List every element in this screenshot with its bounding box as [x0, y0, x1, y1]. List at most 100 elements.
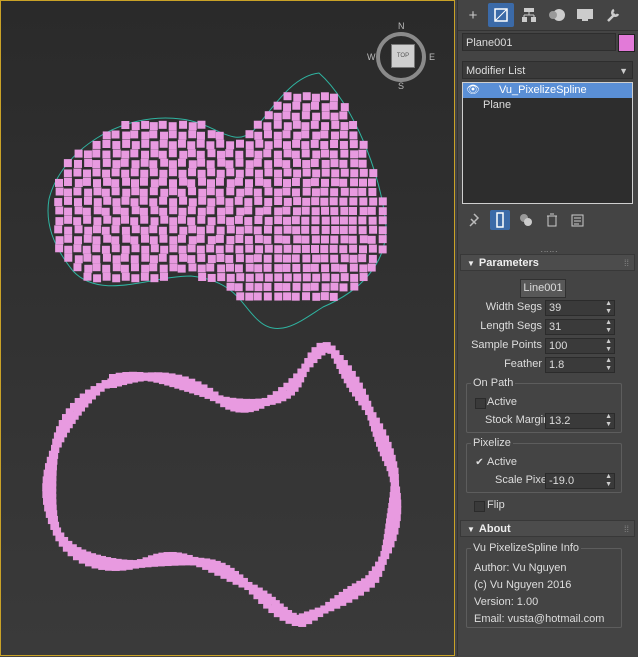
pixel-square — [340, 187, 349, 196]
spinner-arrows-icon[interactable]: ▲ ▼ — [605, 357, 612, 373]
pixel-square — [196, 139, 205, 148]
pixel-square — [101, 226, 110, 235]
pixel-square — [302, 92, 311, 101]
motion-icon[interactable] — [544, 3, 570, 27]
pixel-square — [216, 254, 225, 263]
viewcube-compass[interactable]: TOP N S E W — [367, 21, 435, 91]
show-end-result-icon[interactable] — [490, 210, 510, 230]
rollout-grip-icon: ⁞⁞ — [623, 258, 629, 268]
pixel-square — [331, 273, 340, 282]
about-rollout-header[interactable]: ▼ About ⁞⁞ — [460, 520, 635, 537]
perspective-viewport[interactable]: TOP N S E W — [0, 0, 455, 656]
pixel-square — [74, 179, 83, 188]
pixel-square — [139, 207, 148, 216]
pixel-square — [83, 196, 92, 205]
pixel-square — [92, 263, 101, 272]
pixel-square — [169, 225, 178, 234]
spinner-arrows-icon[interactable]: ▲ ▼ — [605, 300, 612, 316]
configure-modifier-sets-icon[interactable] — [568, 210, 588, 230]
pixel-square — [292, 282, 301, 291]
eye-icon[interactable]: 👁 — [466, 83, 480, 98]
pixel-square — [321, 273, 330, 282]
length-segs-spinner[interactable]: 31 ▲ ▼ — [545, 319, 615, 335]
pixel-square — [64, 196, 73, 205]
pixel-square — [301, 216, 310, 225]
pixel-square — [235, 235, 244, 244]
pixel-square — [274, 254, 283, 263]
pixel-square — [178, 131, 187, 140]
plus-icon[interactable]: + — [460, 3, 486, 27]
pixel-square — [264, 141, 273, 150]
make-unique-icon[interactable] — [516, 210, 536, 230]
on-path-active-checkbox[interactable] — [475, 398, 486, 409]
pixel-square — [245, 179, 254, 188]
display-icon[interactable] — [572, 3, 598, 27]
spinner-arrows-icon[interactable]: ▲ ▼ — [605, 473, 612, 489]
wrench-icon[interactable] — [600, 3, 626, 27]
object-color-swatch[interactable] — [618, 34, 635, 52]
feather-spinner[interactable]: 1.8 ▲ ▼ — [545, 357, 615, 373]
spinner-arrows-icon[interactable]: ▲ ▼ — [605, 338, 612, 354]
pixel-square — [340, 168, 349, 177]
pixelize-active-checkbox[interactable]: ✔ — [475, 458, 484, 468]
modify-icon[interactable] — [488, 3, 514, 27]
pixel-square — [196, 234, 205, 243]
pixel-square — [292, 120, 301, 129]
pin-stack-icon[interactable] — [464, 210, 484, 230]
stock-margin-spinner[interactable]: 13.2 ▲ ▼ — [545, 413, 615, 429]
pixel-square — [378, 235, 387, 244]
pixel-square — [102, 158, 111, 167]
pixel-square — [350, 282, 359, 291]
pixel-square — [130, 217, 139, 226]
stack-item-plane[interactable]: Plane — [463, 98, 632, 113]
pixel-square — [292, 101, 301, 110]
pixel-square — [112, 255, 121, 264]
pixel-square — [312, 112, 321, 121]
spline-pick-button[interactable]: Line001 — [520, 279, 566, 298]
pixel-square — [274, 235, 283, 244]
pixel-square — [120, 264, 129, 273]
pixel-square — [111, 187, 120, 196]
parameters-rollout-header[interactable]: ▼ Parameters ⁞⁞ — [460, 254, 635, 271]
pixel-square — [112, 263, 121, 272]
pixel-square — [73, 187, 82, 196]
pixel-square — [74, 206, 83, 215]
spinner-arrows-icon[interactable]: ▲ ▼ — [605, 319, 612, 335]
width-segs-spinner[interactable]: 39 ▲ ▼ — [545, 300, 615, 316]
hierarchy-icon[interactable] — [516, 3, 542, 27]
spinner-arrows-icon[interactable]: ▲ ▼ — [605, 413, 612, 429]
pixel-square — [63, 188, 72, 197]
pixel-square — [188, 198, 197, 207]
pixel-square — [301, 244, 310, 253]
pixel-square — [339, 226, 348, 235]
pixel-square — [207, 198, 216, 207]
pixel-square — [158, 150, 167, 159]
pixel-square — [302, 197, 311, 206]
pixel-square — [102, 169, 111, 178]
stack-item-vu-pixelizespline[interactable]: 👁 Vu_PixelizeSpline — [463, 83, 632, 98]
flip-checkbox[interactable] — [474, 501, 485, 512]
stack-item-label: Plane — [483, 99, 512, 111]
pixel-square — [234, 215, 243, 224]
viewcube-top[interactable]: TOP — [391, 44, 415, 68]
pixel-square — [283, 122, 292, 131]
pixel-square — [160, 215, 169, 224]
pixel-square — [197, 158, 206, 167]
pixel-square — [291, 178, 300, 187]
modifier-list-dropdown[interactable]: Modifier List ▼ — [462, 61, 633, 79]
remove-modifier-icon[interactable] — [542, 210, 562, 230]
scale-pixel-spinner[interactable]: -19.0 ▲ ▼ — [545, 473, 615, 489]
pixel-square — [282, 283, 291, 292]
sample-points-spinner[interactable]: 100 ▲ ▼ — [545, 338, 615, 354]
pixel-square — [293, 273, 302, 282]
pixel-square — [320, 130, 329, 139]
modifier-stack[interactable]: 👁 Vu_PixelizeSpline Plane — [462, 82, 633, 204]
pixel-square — [302, 178, 311, 187]
pixel-square — [302, 292, 311, 301]
pixel-square — [187, 206, 196, 215]
object-name-field[interactable]: Plane001 — [462, 33, 616, 51]
stack-item-label: Vu_PixelizeSpline — [499, 84, 587, 96]
pixel-square — [217, 207, 226, 216]
pixel-square — [179, 226, 188, 235]
pixel-square — [264, 216, 273, 225]
